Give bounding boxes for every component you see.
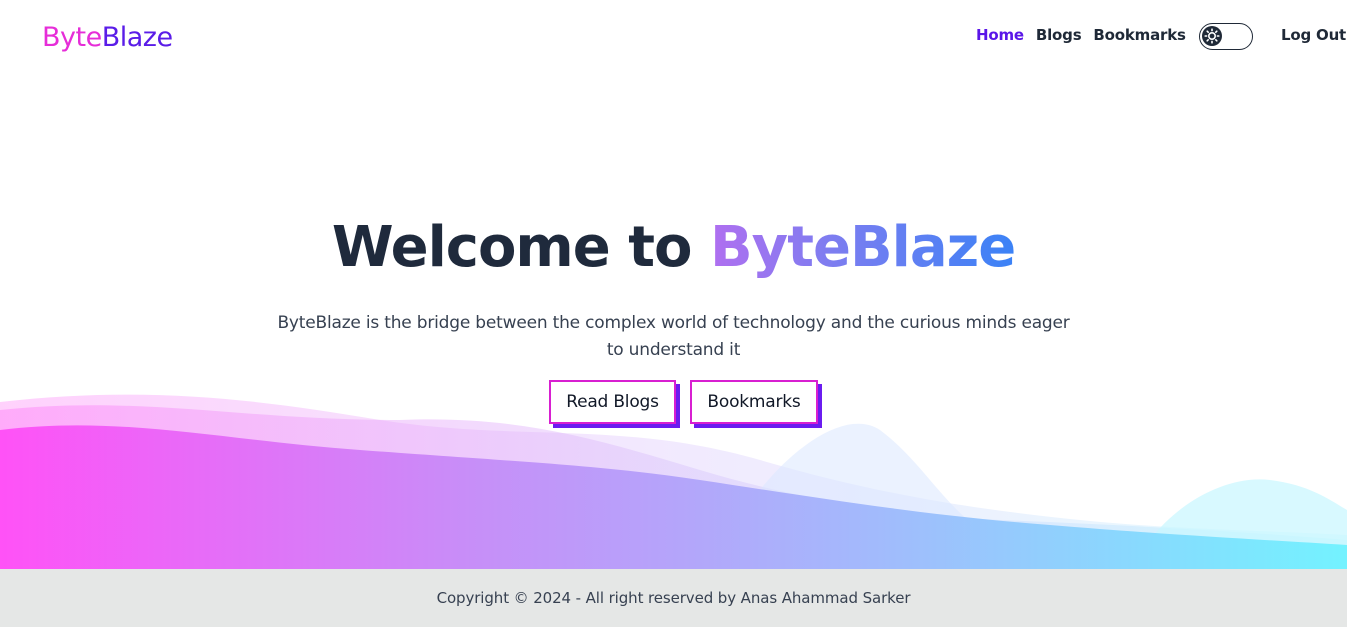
- bookmarks-button[interactable]: Bookmarks: [690, 380, 818, 424]
- hero-title-brand: ByteBlaze: [710, 215, 1016, 280]
- nav-home-link[interactable]: Home: [970, 24, 1030, 46]
- logout-button[interactable]: Log Out: [1281, 24, 1346, 46]
- navbar: ByteBlaze Home Blogs Bookmarks Log Out: [0, 0, 1347, 72]
- nav-bookmarks-link[interactable]: Bookmarks: [1087, 24, 1191, 46]
- hero-section: Welcome to ByteBlaze ByteBlaze is the br…: [0, 212, 1347, 364]
- nav-blogs-link[interactable]: Blogs: [1030, 24, 1088, 46]
- nav-links: Home Blogs Bookmarks: [970, 24, 1192, 46]
- page: ByteBlaze Home Blogs Bookmarks Log Out W…: [0, 0, 1347, 627]
- brand-logo-part2: Blaze: [101, 22, 173, 53]
- footer: Copyright © 2024 - All right reserved by…: [0, 569, 1347, 627]
- brand-logo-part1: Byte: [42, 22, 102, 53]
- read-blogs-button[interactable]: Read Blogs: [549, 380, 676, 424]
- brand-logo[interactable]: ByteBlaze: [42, 20, 173, 56]
- sun-icon: [1204, 28, 1220, 44]
- footer-copyright: Copyright © 2024 - All right reserved by…: [436, 589, 911, 607]
- theme-toggle[interactable]: [1199, 23, 1253, 50]
- hero-title: Welcome to ByteBlaze: [0, 212, 1347, 284]
- hero-buttons: Read Blogs Bookmarks: [549, 380, 818, 424]
- hero-description: ByteBlaze is the bridge between the comp…: [277, 313, 1070, 360]
- toggle-knob: [1202, 26, 1222, 46]
- hero-title-prefix: Welcome to: [331, 215, 693, 280]
